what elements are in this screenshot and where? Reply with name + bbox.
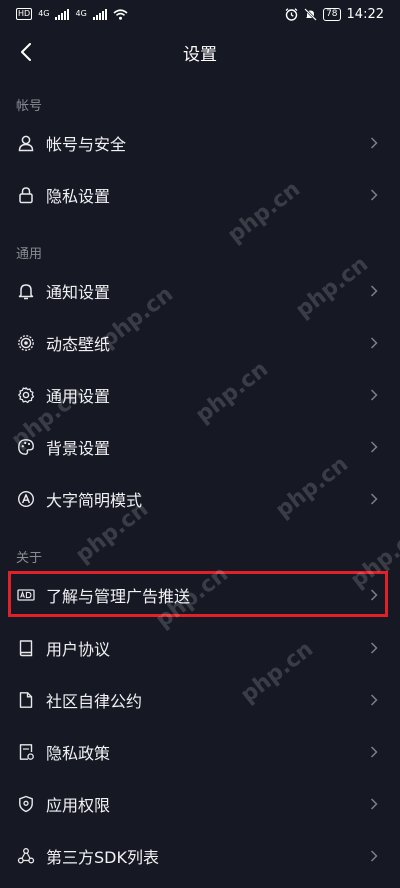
chevron-left-icon [20,43,32,61]
section-header-about: 关于 [16,551,43,566]
status-left: HD 4G 4G [16,8,128,20]
page-title: 设置 [183,44,217,65]
row-label: 隐私设置 [46,187,111,206]
alarm-icon [285,7,298,21]
back-button[interactable] [12,38,40,66]
row-label: 社区自律公约 [46,692,143,711]
section-header-account: 帐号 [16,99,43,114]
section-header-general: 通用 [16,247,43,262]
row-label: 帐号与安全 [46,135,127,154]
clock: 14:22 [346,6,384,22]
chevron-right-icon [370,642,382,654]
mute-icon [304,7,317,21]
signal-icon-2 [92,8,107,20]
row-label: 通知设置 [46,283,111,302]
row-notification-settings[interactable]: 通知设置 [0,265,400,317]
chevron-right-icon [370,189,382,201]
lock-icon [16,185,36,205]
chevron-right-icon [370,337,382,349]
book-icon [16,638,36,658]
row-label: 动态壁纸 [46,335,111,354]
highlight-box [8,571,388,617]
wifi-icon [113,8,128,20]
row-background-settings[interactable]: 背景设置 [0,421,400,473]
row-large-text-mode[interactable]: 大字简明模式 [0,473,400,525]
chevron-right-icon [370,389,382,401]
row-app-permissions[interactable]: 应用权限 [0,778,400,830]
chevron-right-icon [370,493,382,505]
chevron-right-icon [370,798,382,810]
row-live-wallpaper[interactable]: 动态壁纸 [0,317,400,369]
row-account-security[interactable]: 帐号与安全 [0,117,400,169]
nav-bar: 设置 [0,28,400,76]
row-label: 隐私政策 [46,744,111,763]
chevron-right-icon [370,850,382,862]
row-privacy-policy[interactable]: 隐私政策 [0,726,400,778]
row-label: 应用权限 [46,796,111,815]
row-label: 大字简明模式 [46,491,143,510]
battery-indicator: 78 [323,7,341,21]
chevron-right-icon [370,746,382,758]
chevron-right-icon [370,285,382,297]
privacy-policy-icon [16,742,36,762]
row-general-settings[interactable]: 通用设置 [0,369,400,421]
chevron-right-icon [370,694,382,706]
hd-badge: HD [16,8,33,20]
row-user-agreement[interactable]: 用户协议 [0,622,400,674]
row-community-guidelines[interactable]: 社区自律公约 [0,674,400,726]
document-icon [16,690,36,710]
chevron-right-icon [370,441,382,453]
row-privacy-settings[interactable]: 隐私设置 [0,169,400,221]
chevron-right-icon [370,137,382,149]
share-nodes-icon [16,846,36,866]
row-label: 第三方SDK列表 [46,848,159,867]
wallpaper-icon [16,333,36,353]
row-label: 背景设置 [46,439,111,458]
network-type-1: 4G [38,9,50,18]
shield-icon [16,794,36,814]
font-size-icon [16,489,36,509]
person-icon [16,133,36,153]
palette-icon [16,437,36,457]
row-label: 用户协议 [46,640,111,659]
row-label: 通用设置 [46,387,111,406]
row-third-party-sdk[interactable]: 第三方SDK列表 [0,830,400,882]
status-bar: HD 4G 4G 78 14:22 [0,0,400,28]
status-right: 78 14:22 [285,7,384,22]
network-type-2: 4G [75,9,87,18]
gear-icon [16,385,36,405]
bell-icon [16,281,36,301]
signal-icon-1 [55,8,70,20]
